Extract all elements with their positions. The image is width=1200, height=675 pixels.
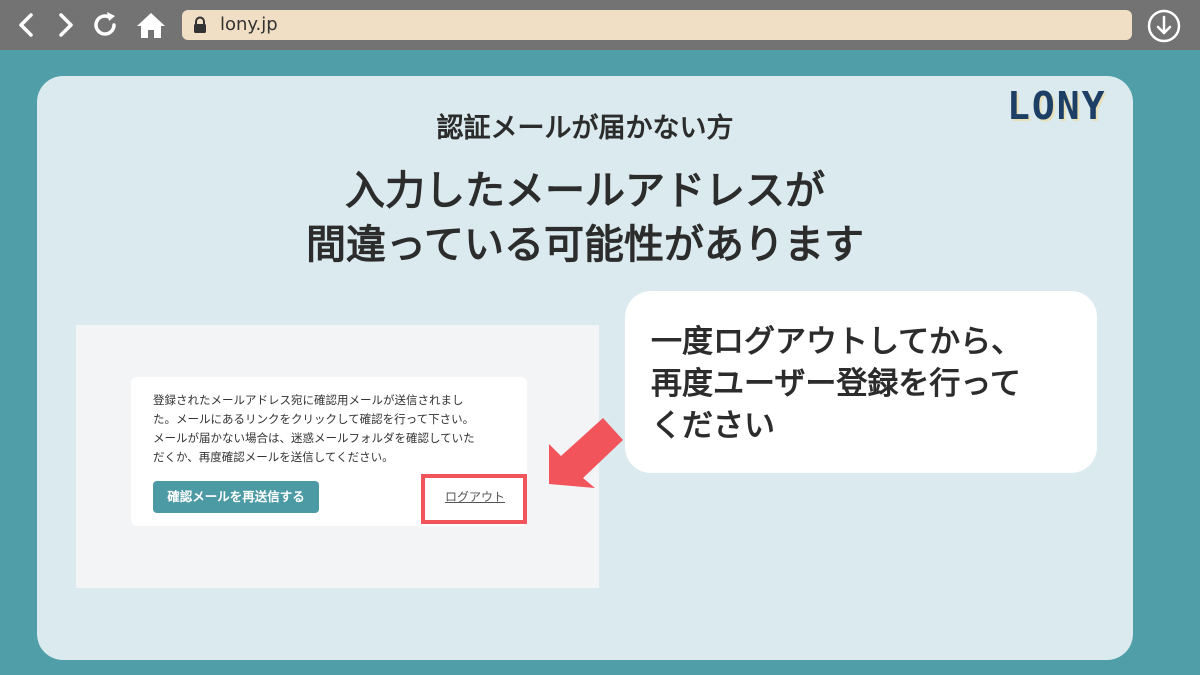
back-icon[interactable]: [10, 8, 44, 42]
instruction-line-1: 一度ログアウトしてから、: [651, 324, 1023, 360]
headline: 入力したメールアドレスが 間違っている可能性があります: [37, 164, 1133, 272]
instruction-text: 一度ログアウトしてから、 再度ユーザー登録を行って ください: [651, 321, 1022, 447]
instruction-line-3: ください: [651, 408, 775, 444]
browser-toolbar: lony.jp: [0, 0, 1200, 50]
forward-icon[interactable]: [48, 8, 82, 42]
resend-confirmation-button[interactable]: 確認メールを再送信する: [153, 481, 319, 513]
main-card: LONY 認証メールが届かない方 入力したメールアドレスが 間違っている可能性が…: [37, 76, 1133, 660]
logout-link[interactable]: ログアウト: [445, 488, 505, 505]
headline-line-2: 間違っている可能性があります: [306, 222, 864, 268]
message-line-4: だくか、再度確認メールを送信してください。: [153, 450, 394, 464]
instruction-line-2: 再度ユーザー登録を行って: [651, 366, 1021, 402]
message-line-2: た。メールにあるリンクをクリックして確認を行って下さい。: [153, 412, 475, 426]
url-text: lony.jp: [220, 14, 278, 35]
message-line-1: 登録されたメールアドレス宛に確認用メールが送信されまし: [153, 393, 464, 407]
reload-icon[interactable]: [88, 8, 122, 42]
logout-highlight-box: ログアウト: [421, 474, 527, 524]
pointer-arrow-icon: [549, 418, 623, 488]
verification-message: 登録されたメールアドレス宛に確認用メールが送信されまし た。メールにあるリンクを…: [153, 391, 513, 467]
subtitle: 認証メールが届かない方: [436, 113, 734, 144]
instruction-bubble: 一度ログアウトしてから、 再度ユーザー登録を行って ください: [625, 291, 1097, 473]
home-icon[interactable]: [134, 8, 168, 42]
download-icon[interactable]: [1146, 8, 1182, 44]
address-bar[interactable]: lony.jp: [182, 10, 1132, 40]
headline-line-1: 入力したメールアドレスが: [345, 168, 825, 214]
embedded-screenshot: 登録されたメールアドレス宛に確認用メールが送信されまし た。メールにあるリンクを…: [76, 325, 599, 588]
message-line-3: メールが届かない場合は、迷惑メールフォルダを確認していた: [153, 431, 475, 445]
lock-icon: [194, 16, 206, 33]
